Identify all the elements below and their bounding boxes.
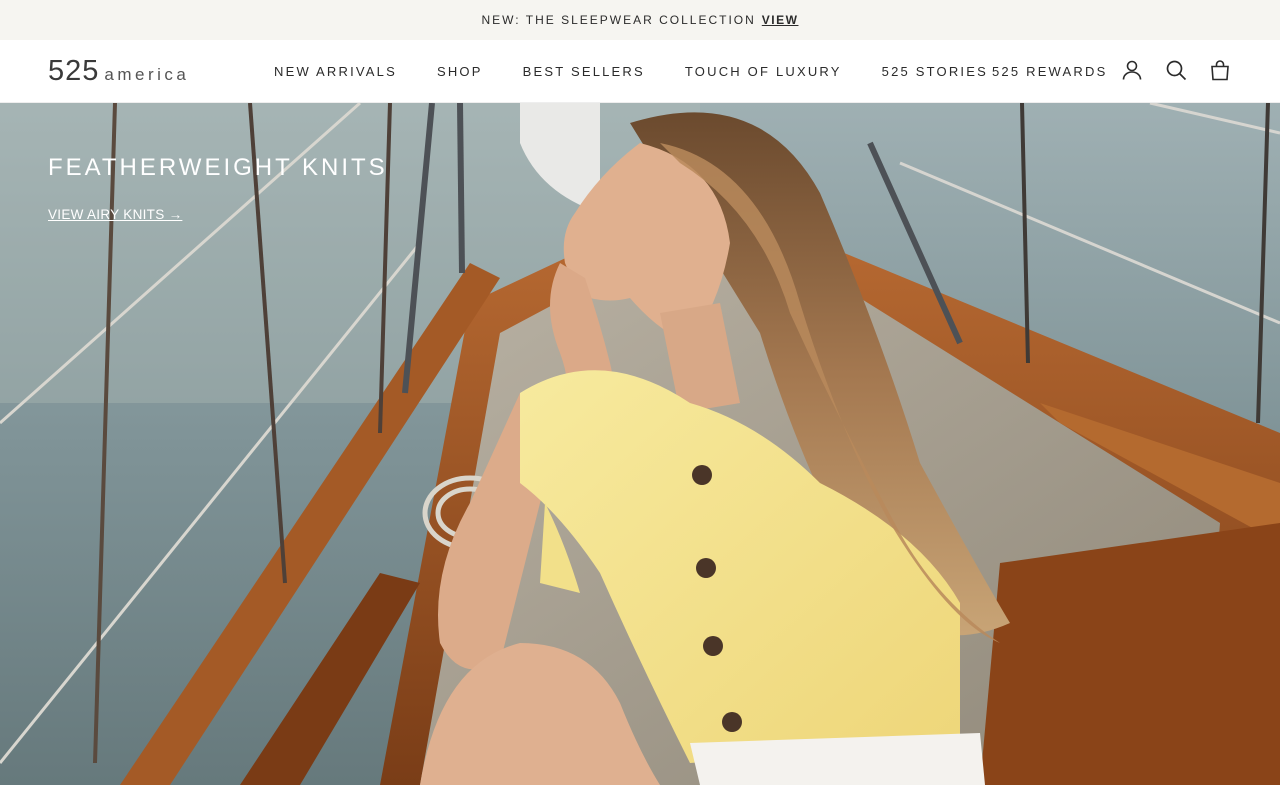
search-icon[interactable] bbox=[1164, 58, 1188, 82]
header-icons bbox=[1120, 58, 1232, 82]
announcement-bar: NEW: THE SLEEPWEAR COLLECTION VIEW bbox=[0, 0, 1280, 40]
logo[interactable]: 525 america bbox=[48, 57, 189, 86]
account-icon[interactable] bbox=[1120, 58, 1144, 82]
below-hero-strip bbox=[0, 785, 1280, 800]
main-nav: NEW ARRIVALS SHOP BEST SELLERS TOUCH OF … bbox=[274, 40, 1028, 103]
nav-new-arrivals[interactable]: NEW ARRIVALS bbox=[274, 64, 397, 79]
site-header: 525 america NEW ARRIVALS SHOP BEST SELLE… bbox=[0, 40, 1280, 103]
nav-touch-of-luxury[interactable]: TOUCH OF LUXURY bbox=[685, 64, 842, 79]
nav-525-rewards[interactable]: 525 REWARDS bbox=[992, 40, 1107, 103]
hero-banner[interactable]: FEATHERWEIGHT KNITS VIEW AIRY KNITS → bbox=[0, 103, 1280, 785]
logo-number: 525 bbox=[48, 55, 100, 87]
announcement-text: NEW: THE SLEEPWEAR COLLECTION bbox=[481, 13, 756, 27]
hero-title: FEATHERWEIGHT KNITS bbox=[48, 154, 388, 181]
nav-best-sellers[interactable]: BEST SELLERS bbox=[523, 64, 645, 79]
nav-525-stories[interactable]: 525 STORIES bbox=[882, 64, 988, 79]
logo-word: america bbox=[104, 65, 190, 84]
hero-image bbox=[0, 103, 1280, 785]
announcement-view-link[interactable]: VIEW bbox=[762, 13, 799, 27]
nav-shop[interactable]: SHOP bbox=[437, 64, 483, 79]
hero-cta-link[interactable]: VIEW AIRY KNITS → bbox=[48, 207, 182, 222]
bag-icon[interactable] bbox=[1208, 58, 1232, 82]
